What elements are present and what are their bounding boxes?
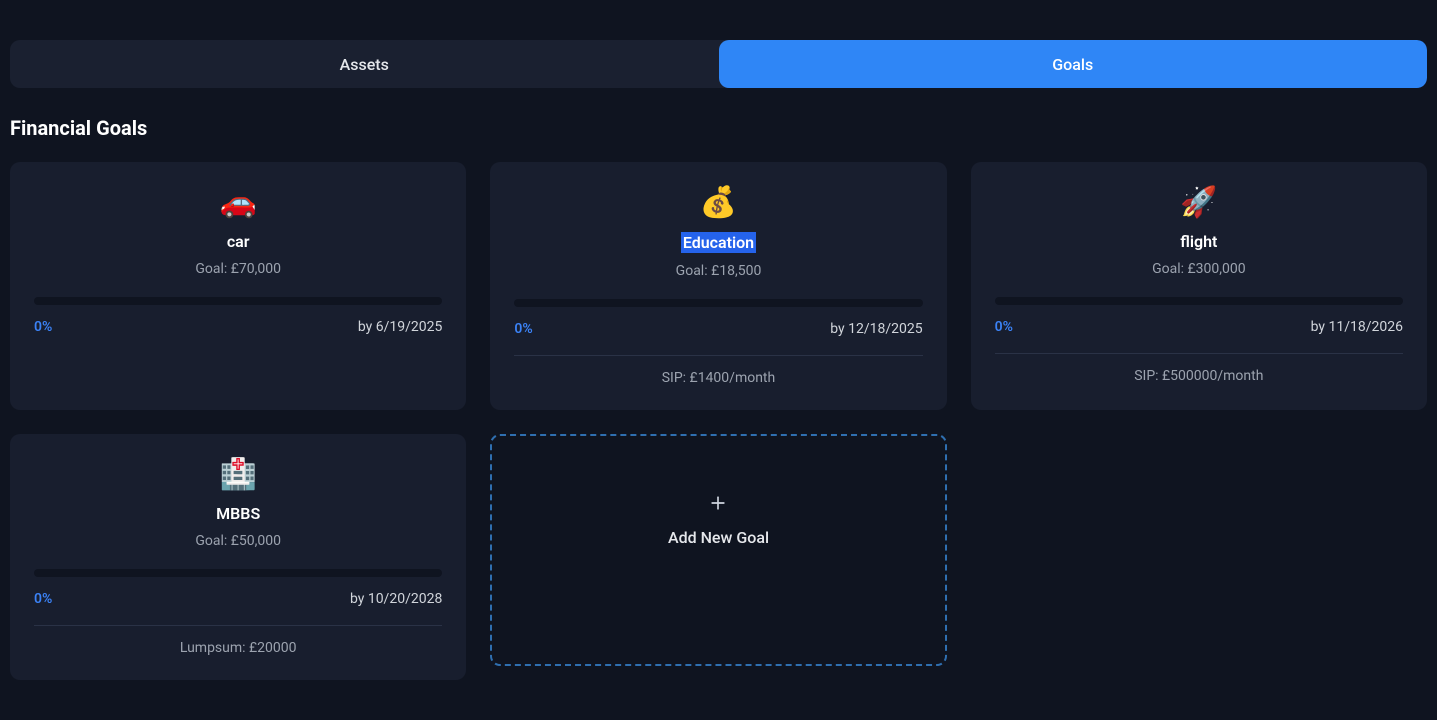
money-bag-icon: 💰 bbox=[700, 188, 737, 218]
tab-assets-label: Assets bbox=[340, 55, 389, 74]
tab-assets[interactable]: Assets bbox=[10, 40, 719, 88]
goal-card-flight[interactable]: 🚀 flight Goal: £300,000 0% by 11/18/2026… bbox=[971, 162, 1427, 410]
goal-sip: SIP: £500000/month bbox=[1134, 368, 1263, 384]
divider bbox=[995, 353, 1403, 354]
goal-deadline: by 11/18/2026 bbox=[1311, 319, 1403, 335]
goal-amount: Goal: £50,000 bbox=[195, 533, 281, 549]
goal-deadline: by 6/19/2025 bbox=[358, 319, 443, 335]
progress-percent: 0% bbox=[34, 591, 52, 607]
progress-bar bbox=[995, 297, 1403, 305]
progress-row: 0% by 6/19/2025 bbox=[34, 319, 442, 335]
progress-bar bbox=[514, 299, 922, 307]
divider bbox=[34, 625, 442, 626]
goal-deadline: by 10/20/2028 bbox=[350, 591, 442, 607]
goal-name: flight bbox=[1180, 232, 1217, 251]
divider bbox=[514, 355, 922, 356]
goal-deadline: by 12/18/2025 bbox=[830, 321, 922, 337]
goal-amount: Goal: £300,000 bbox=[1152, 261, 1246, 277]
rocket-icon: 🚀 bbox=[1180, 188, 1217, 218]
section-title: Financial Goals bbox=[10, 116, 1427, 140]
hospital-icon: 🏥 bbox=[219, 460, 256, 490]
progress-percent: 0% bbox=[995, 319, 1013, 335]
goal-card-mbbs[interactable]: 🏥 MBBS Goal: £50,000 0% by 10/20/2028 Lu… bbox=[10, 434, 466, 680]
progress-row: 0% by 10/20/2028 bbox=[34, 591, 442, 607]
goal-name: car bbox=[227, 232, 250, 251]
goal-lumpsum: Lumpsum: £20000 bbox=[180, 640, 297, 656]
goal-card-education[interactable]: 💰 Education Goal: £18,500 0% by 12/18/20… bbox=[490, 162, 946, 410]
goal-name: Education bbox=[681, 232, 756, 253]
goal-grid: 🚗 car Goal: £70,000 0% by 6/19/2025 💰 Ed… bbox=[10, 162, 1427, 680]
goal-sip: SIP: £1400/month bbox=[662, 370, 776, 386]
goal-name: MBBS bbox=[216, 504, 260, 523]
goal-amount: Goal: £70,000 bbox=[195, 261, 281, 277]
progress-percent: 0% bbox=[34, 319, 52, 335]
tab-goals[interactable]: Goals bbox=[719, 40, 1428, 88]
add-goal-label: Add New Goal bbox=[668, 528, 769, 547]
tab-goals-label: Goals bbox=[1052, 55, 1093, 74]
progress-row: 0% by 12/18/2025 bbox=[514, 321, 922, 337]
add-goal-button[interactable]: Add New Goal bbox=[490, 434, 946, 666]
progress-bar bbox=[34, 297, 442, 305]
progress-row: 0% by 11/18/2026 bbox=[995, 319, 1403, 335]
tab-bar: Assets Goals bbox=[10, 40, 1427, 88]
car-icon: 🚗 bbox=[219, 188, 256, 218]
goal-amount: Goal: £18,500 bbox=[676, 263, 762, 279]
progress-percent: 0% bbox=[514, 321, 532, 337]
goal-card-car[interactable]: 🚗 car Goal: £70,000 0% by 6/19/2025 bbox=[10, 162, 466, 410]
progress-bar bbox=[34, 569, 442, 577]
plus-icon bbox=[707, 492, 729, 514]
